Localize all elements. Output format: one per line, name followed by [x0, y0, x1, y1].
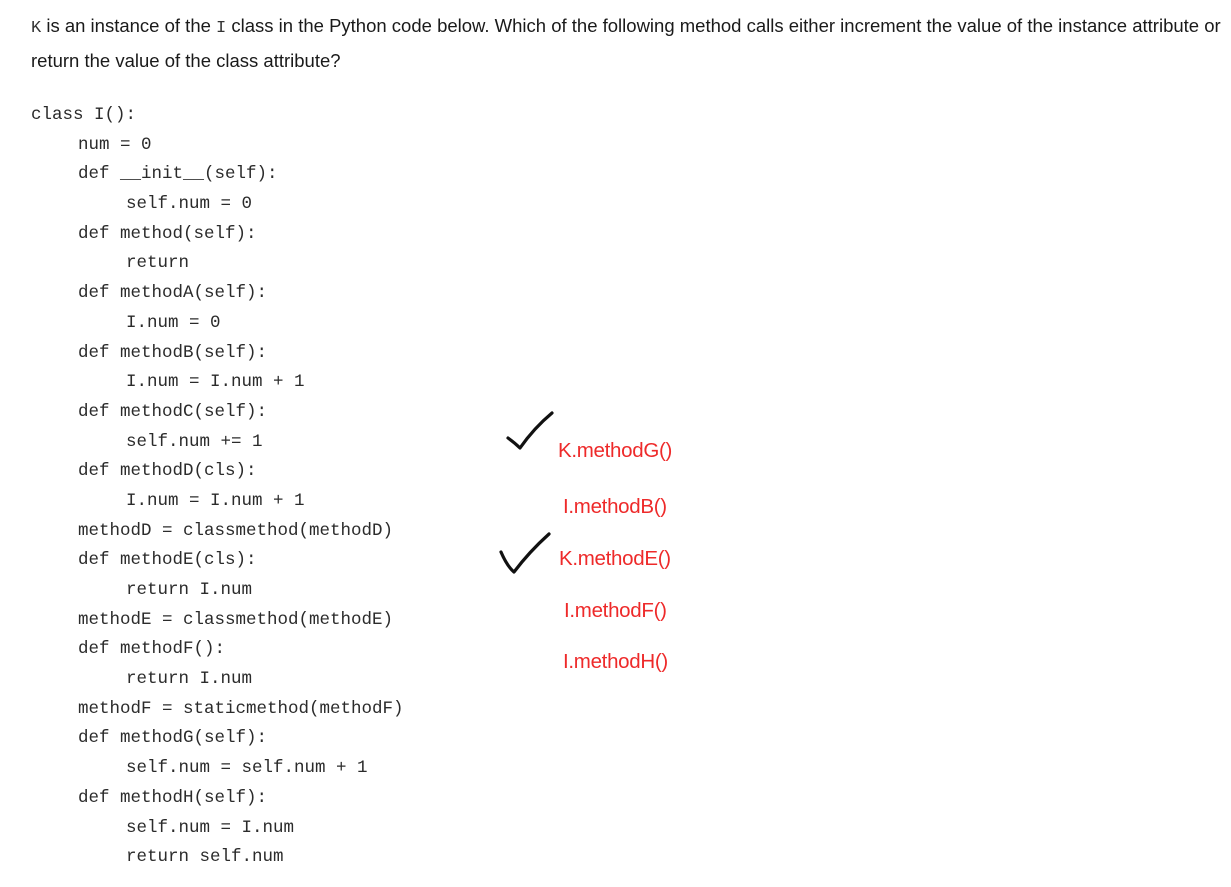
code-block: class I(): num = 0 def __init__(self):self…: [31, 101, 404, 873]
answer-option[interactable]: I.methodB(): [563, 495, 667, 519]
code-line: methodE = classmethod(methodE): [78, 609, 394, 630]
code-line: return I.num: [126, 669, 253, 690]
question-part-1: is an instance of the: [41, 15, 217, 36]
answer-option[interactable]: I.methodF(): [564, 599, 667, 623]
code-line: def methodH(self):: [78, 787, 268, 808]
code-line: self.num = self.num + 1: [126, 758, 368, 779]
code-line: return: [126, 253, 190, 274]
checkmark-icon: [499, 532, 551, 574]
code-line: def __init__(self):: [78, 164, 278, 185]
answer-option[interactable]: K.methodE(): [559, 547, 671, 571]
instance-name: K: [31, 19, 42, 38]
code-line: def methodE(cls):: [78, 550, 257, 571]
code-line: I.num = 0: [126, 312, 221, 333]
code-line: return I.num: [126, 580, 253, 600]
code-line: return self.num: [126, 847, 284, 868]
code-line: self.num += 1: [126, 431, 263, 452]
code-line: def methodD(cls):: [78, 461, 257, 482]
code-line: num = 0: [78, 134, 152, 155]
code-line: I.num = I.num + 1: [126, 372, 305, 393]
code-line: def methodC(self):: [78, 401, 268, 422]
code-line: methodD = classmethod(methodD): [78, 520, 394, 541]
code-line: class I():: [31, 105, 137, 125]
code-line: def method(self):: [78, 223, 257, 244]
code-line: def methodA(self):: [78, 283, 268, 304]
code-line: self.num = I.num: [126, 817, 295, 838]
class-name: I: [216, 19, 227, 38]
answer-option[interactable]: K.methodG(): [558, 439, 672, 463]
answer-option[interactable]: I.methodH(): [563, 650, 668, 674]
checkmark-icon: [506, 411, 554, 450]
question-text: K is an instance of the I class in the P…: [31, 10, 1221, 77]
code-line: def methodB(self):: [78, 342, 268, 363]
code-line: def methodG(self):: [78, 728, 268, 749]
code-line: methodF = staticmethod(methodF): [78, 698, 404, 719]
code-line: def methodF():: [78, 639, 226, 660]
code-line: I.num = I.num + 1: [126, 490, 305, 511]
code-line: self.num = 0: [126, 194, 253, 215]
